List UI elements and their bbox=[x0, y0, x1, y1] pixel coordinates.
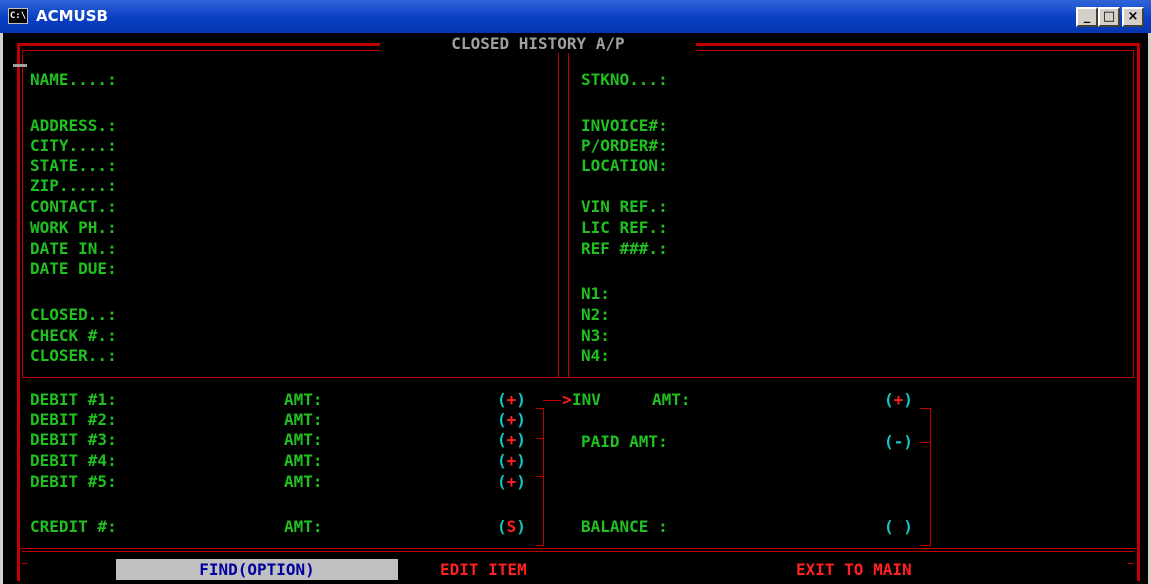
balance-label[interactable]: BALANCE : bbox=[581, 518, 668, 536]
field-n4-label[interactable]: N4: bbox=[581, 347, 610, 365]
menu-find-option[interactable]: FIND(OPTION) bbox=[116, 559, 398, 580]
balance-sign: ( ) bbox=[884, 517, 913, 536]
inv-label[interactable]: INV bbox=[572, 391, 601, 409]
field-date-due-label[interactable]: DATE DUE: bbox=[30, 260, 117, 278]
field-city-label[interactable]: CITY....: bbox=[30, 137, 117, 155]
debit-3-sign: (+) bbox=[497, 430, 526, 449]
close-button[interactable]: × bbox=[1122, 7, 1144, 27]
field-ref-label[interactable]: REF ###.: bbox=[581, 240, 668, 258]
field-n2-label[interactable]: N2: bbox=[581, 306, 610, 324]
debit-3-label[interactable]: DEBIT #3: bbox=[30, 431, 117, 449]
debit-2-sign: (+) bbox=[497, 410, 526, 429]
field-name-label[interactable]: NAME....: bbox=[30, 71, 117, 89]
field-address-label[interactable]: ADDRESS.: bbox=[30, 117, 117, 135]
debit-1-label[interactable]: DEBIT #1: bbox=[30, 391, 117, 409]
field-contact-label[interactable]: CONTACT.: bbox=[30, 198, 117, 216]
menu-exit-to-main[interactable]: EXIT TO MAIN bbox=[796, 559, 912, 580]
debit-5-label[interactable]: DEBIT #5: bbox=[30, 473, 117, 491]
field-lic-ref-label[interactable]: LIC REF.: bbox=[581, 219, 668, 237]
debit-1-amt-label[interactable]: AMT: bbox=[284, 391, 323, 409]
debit-4-amt-label[interactable]: AMT: bbox=[284, 452, 323, 470]
field-n1-label[interactable]: N1: bbox=[581, 285, 610, 303]
field-invoice-label[interactable]: INVOICE#: bbox=[581, 117, 668, 135]
debit-4-sign: (+) bbox=[497, 451, 526, 470]
debit-4-label[interactable]: DEBIT #4: bbox=[30, 452, 117, 470]
field-state-label[interactable]: STATE...: bbox=[30, 157, 117, 175]
paid-amt-label[interactable]: PAID AMT: bbox=[581, 433, 668, 451]
field-closer-label[interactable]: CLOSER..: bbox=[30, 347, 117, 365]
debit-5-amt-label[interactable]: AMT: bbox=[284, 473, 323, 491]
debit-2-amt-label[interactable]: AMT: bbox=[284, 411, 323, 429]
debit-2-label[interactable]: DEBIT #2: bbox=[30, 411, 117, 429]
field-vin-ref-label[interactable]: VIN REF.: bbox=[581, 198, 668, 216]
field-closed-label[interactable]: CLOSED..: bbox=[30, 306, 117, 324]
credit-amt-label[interactable]: AMT: bbox=[284, 518, 323, 536]
inv-amt-label[interactable]: AMT: bbox=[652, 391, 691, 409]
paid-sign: (-) bbox=[884, 432, 913, 451]
inv-sign: (+) bbox=[884, 390, 913, 409]
field-zip-label[interactable]: ZIP.....: bbox=[30, 177, 117, 195]
text-cursor bbox=[13, 64, 27, 67]
minimize-button[interactable]: _ bbox=[1076, 7, 1098, 27]
window-titlebar[interactable]: C:\ ACMUSB _ □ × bbox=[0, 0, 1151, 33]
debit-1-sign: (+) bbox=[497, 390, 526, 409]
window-title: ACMUSB bbox=[36, 7, 108, 25]
menu-edit-item[interactable]: EDIT ITEM bbox=[440, 559, 527, 580]
field-location-label[interactable]: LOCATION: bbox=[581, 157, 668, 175]
maximize-button[interactable]: □ bbox=[1098, 7, 1120, 27]
debit-5-sign: (+) bbox=[497, 472, 526, 491]
credit-label[interactable]: CREDIT #: bbox=[30, 518, 117, 536]
field-n3-label[interactable]: N3: bbox=[581, 327, 610, 345]
debit-3-amt-label[interactable]: AMT: bbox=[284, 431, 323, 449]
field-porder-label[interactable]: P/ORDER#: bbox=[581, 137, 668, 155]
field-stkno-label[interactable]: STKNO...: bbox=[581, 71, 668, 89]
field-date-in-label[interactable]: DATE IN.: bbox=[30, 240, 117, 258]
inv-arrow-icon: > bbox=[562, 390, 572, 409]
field-check-label[interactable]: CHECK #.: bbox=[30, 327, 117, 345]
credit-sign: (S) bbox=[497, 517, 526, 536]
screen-title: CLOSED HISTORY A/P bbox=[380, 35, 696, 53]
window-border-left bbox=[0, 33, 3, 584]
console-app-icon[interactable]: C:\ bbox=[8, 8, 28, 24]
field-work-phone-label[interactable]: WORK PH.: bbox=[30, 219, 117, 237]
